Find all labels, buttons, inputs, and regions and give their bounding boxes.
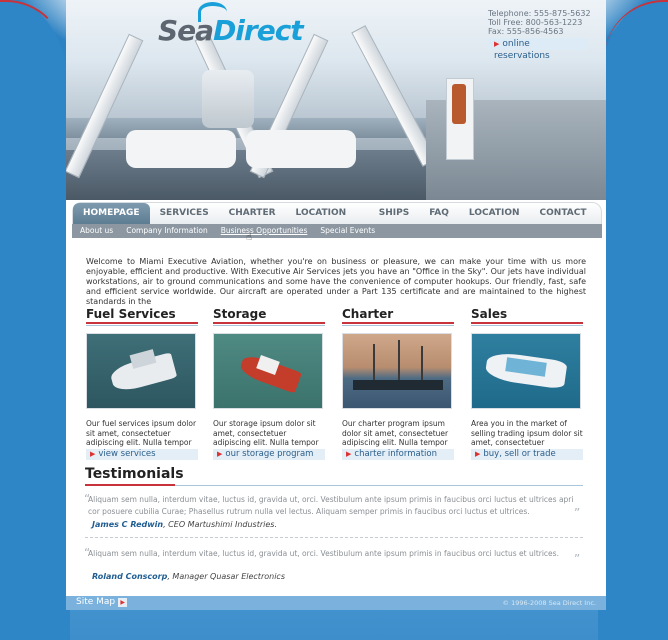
nav-location[interactable]: LOCATION (459, 203, 530, 224)
footer-bar: Site Map ▶ © 1996-2008 Sea Direct Inc. (66, 596, 606, 610)
link-label: view services (98, 449, 156, 459)
main-nav: HOMEPAGE SERVICES CHARTER LOCATION INFO … (72, 202, 602, 239)
close-quote-icon: ” (574, 552, 581, 566)
column-text: Our fuel services ipsum dolor sit amet, … (86, 419, 197, 447)
subnav-about-us[interactable]: About us (72, 224, 118, 238)
our-storage-program-link[interactable]: ▶ our storage program (213, 449, 325, 460)
link-label: charter information (354, 449, 437, 459)
sub-nav: About us Company Information Business Op… (72, 224, 602, 238)
close-quote-icon: ” (574, 506, 581, 520)
nav-ships[interactable]: SHIPS (369, 203, 419, 224)
testimonial-quote: Aliquam sem nulla, interdum vitae, luctu… (88, 549, 559, 558)
column-title: Charter (342, 307, 454, 324)
author-role: , CEO Martushimi Industries. (163, 520, 278, 529)
link-label: our storage program (225, 449, 314, 459)
fax-text: Fax: 555-856-4563 (488, 27, 564, 36)
column-title: Fuel Services (86, 307, 198, 324)
author-name: Roland Conscorp (92, 572, 168, 581)
online-reservations-label: online reservations (494, 39, 550, 61)
site-map-link[interactable]: Site Map ▶ (76, 597, 128, 607)
column-text: Our storage ipsum dolor sit amet, consec… (213, 419, 319, 447)
charter-harbor-image (342, 333, 452, 409)
testimonials-heading: Testimonials (85, 466, 184, 482)
sales-yacht-image (471, 333, 581, 409)
nav-contact-us[interactable]: CONTACT US (530, 203, 601, 239)
buy-sell-trade-link[interactable]: ▶ buy, sell or trade (471, 449, 583, 460)
arrow-right-icon: ▶ (90, 450, 96, 458)
right-blue-arch (598, 0, 668, 640)
column-title: Sales (471, 307, 583, 324)
nav-homepage[interactable]: HOMEPAGE (73, 203, 150, 224)
column-text: Area you in the market of selling tradin… (471, 419, 583, 447)
telephone-text: Telephone: 555-875-5632 (488, 9, 591, 18)
nav-faq[interactable]: FAQ (419, 203, 459, 224)
arrow-right-icon: ▶ (494, 40, 500, 48)
intro-paragraph: Welcome to Miami Executive Aviation, whe… (86, 257, 586, 306)
subnav-special-events[interactable]: Special Events (312, 224, 380, 238)
author-name: James C Redwin (92, 520, 164, 529)
testimonial-quote: Aliquam sem nulla, interdum vitae, luctu… (88, 495, 574, 516)
column-sales: Sales Area you in the market of selling … (471, 307, 583, 460)
arrow-right-icon: ▶ (346, 450, 352, 458)
online-reservations-button[interactable]: ▶ online reservations (488, 38, 588, 61)
copyright-text: © 1996-2008 Sea Direct Inc. (502, 599, 596, 607)
author-role: , Manager Quasar Electronics (167, 572, 285, 581)
view-services-link[interactable]: ▶ view services (86, 449, 198, 460)
column-storage: Storage Our storage ipsum dolor sit amet… (213, 307, 325, 460)
contact-info: Telephone: 555-875-5632 Toll Free: 800-5… (488, 9, 591, 36)
arrow-right-icon: ▶ (475, 450, 481, 458)
hand-cursor-icon: ☝ (246, 232, 253, 243)
column-text: Our charter program ipsum dolor sit amet… (342, 419, 449, 447)
testimonial-author: James C Redwin, CEO Martushimi Industrie… (92, 520, 277, 529)
testimonial-author: Roland Conscorp, Manager Quasar Electron… (92, 572, 285, 581)
site-logo[interactable]: SeaDirect (158, 14, 304, 47)
arrow-right-icon: ▶ (118, 598, 128, 607)
storage-tug-image (213, 333, 323, 409)
tollfree-text: Toll Free: 800-563-1223 (488, 18, 583, 27)
link-label: buy, sell or trade (483, 449, 556, 459)
nav-services[interactable]: SERVICES (150, 203, 219, 224)
fuel-boat-image (86, 333, 196, 409)
column-fuel-services: Fuel Services Our fuel services ipsum do… (86, 307, 198, 460)
nav-location-info[interactable]: LOCATION INFO (286, 203, 369, 239)
page-container: SeaDirect Telephone: 555-875-5632 Toll F… (66, 0, 606, 596)
column-title: Storage (213, 307, 325, 324)
charter-information-link[interactable]: ▶ charter information (342, 449, 454, 460)
column-charter: Charter Our charter program ipsum dolor … (342, 307, 454, 460)
nav-charter[interactable]: CHARTER (219, 203, 286, 224)
arrow-right-icon: ▶ (217, 450, 223, 458)
subnav-business-opportunities[interactable]: Business Opportunities (213, 224, 313, 238)
site-map-label: Site Map (76, 597, 116, 607)
left-blue-arch (0, 0, 70, 640)
subnav-company-information[interactable]: Company Information (118, 224, 212, 238)
